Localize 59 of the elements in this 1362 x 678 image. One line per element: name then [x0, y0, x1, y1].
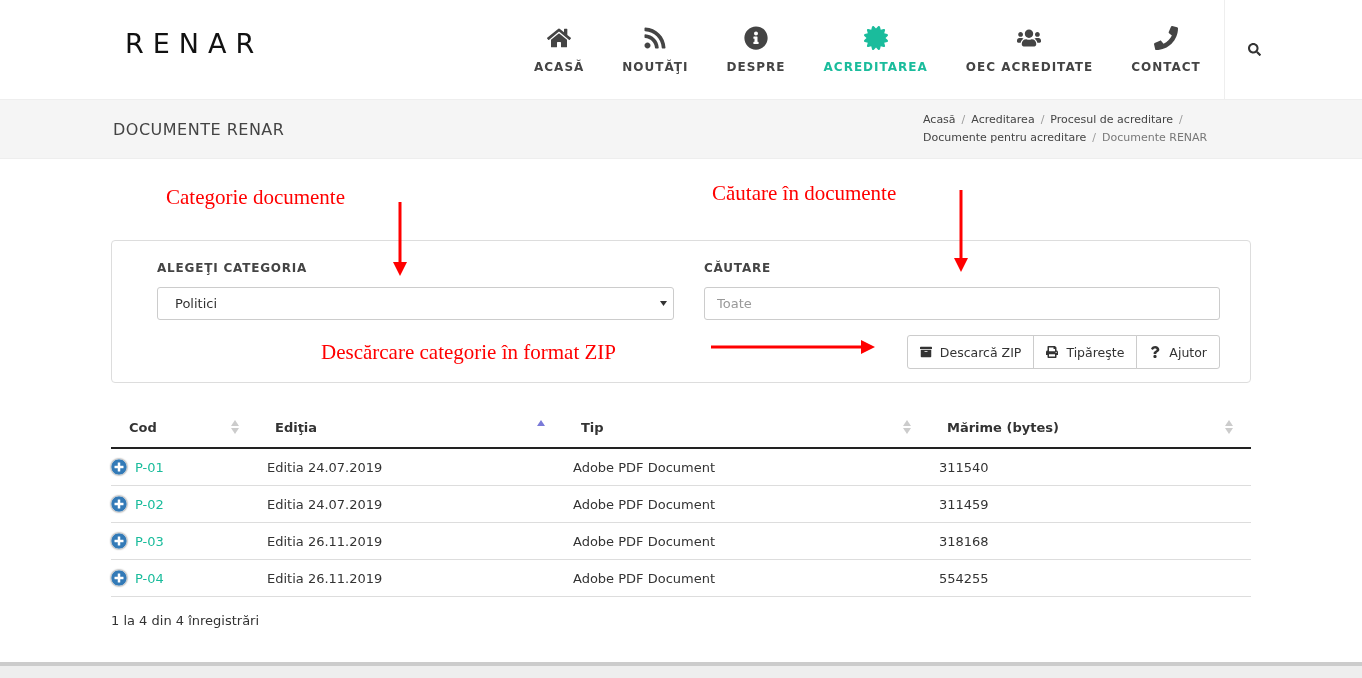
caret-icon: [660, 301, 667, 306]
breadcrumb-link[interactable]: Procesul de acreditare: [1050, 111, 1174, 129]
table-cell: Adobe PDF Document: [573, 496, 716, 512]
column-header[interactable]: Cod: [111, 407, 257, 448]
table-cell: Editia 24.07.2019: [267, 496, 383, 512]
rss-icon: [643, 25, 668, 50]
table-cell: 311459: [939, 496, 989, 512]
toolbar-button[interactable]: Descarcă ZIP: [906, 335, 1035, 369]
nav-item[interactable]: DESPRE: [707, 0, 805, 99]
breadcrumb-link[interactable]: Documente pentru acreditare: [923, 129, 1087, 147]
arrow-icon: [954, 190, 968, 272]
box-icon: [919, 346, 932, 358]
breadcrumb-link[interactable]: Acreditarea: [971, 111, 1035, 129]
nav-item[interactable]: ACASĂ: [515, 0, 604, 99]
phone-icon: [1153, 25, 1178, 50]
expand-icon[interactable]: [111, 570, 127, 586]
table-cell: Adobe PDF Document: [573, 459, 716, 475]
breadcrumb-link[interactable]: Documente RENAR: [1102, 129, 1208, 147]
expand-icon[interactable]: [111, 459, 127, 475]
page-title: DOCUMENTE RENAR: [113, 119, 285, 139]
annotation-text: Descărcare categorie în format ZIP: [321, 340, 616, 365]
table-cell: Adobe PDF Document: [573, 570, 716, 586]
annotation-text: Categorie documente: [166, 185, 345, 210]
column-header[interactable]: Tip: [563, 407, 929, 448]
badge-icon: [863, 25, 888, 50]
table-cell: Editia 24.07.2019: [267, 459, 383, 475]
breadcrumb-link[interactable]: Acasă: [923, 111, 956, 129]
field-label: CĂUTARE: [704, 261, 773, 275]
table-cell: 311540: [939, 459, 989, 475]
logo[interactable]: RENAR: [125, 28, 515, 59]
table-cell: 318168: [939, 533, 989, 549]
category-select[interactable]: Politici: [157, 287, 674, 320]
nav-item[interactable]: OEC ACREDITATE: [946, 0, 1113, 99]
toolbar-button[interactable]: Tipăreşte: [1033, 335, 1138, 369]
nav-item[interactable]: CONTACT: [1112, 0, 1220, 99]
expand-icon[interactable]: [111, 533, 127, 549]
search-icon[interactable]: [1248, 43, 1262, 56]
info-icon: [744, 25, 768, 50]
search-field[interactable]: Toate: [704, 287, 1220, 320]
column-header[interactable]: Ediţia: [257, 407, 563, 448]
breadcrumb-separator: /: [961, 113, 966, 126]
table-cell: 554255: [939, 570, 989, 586]
column-header[interactable]: Mărime (bytes): [929, 407, 1251, 448]
field-label: ALEGEŢI CATEGORIA: [157, 261, 309, 275]
toolbar-button[interactable]: Ajutor: [1136, 335, 1220, 369]
question-icon: [1149, 346, 1162, 358]
breadcrumb-separator: /: [1092, 131, 1096, 144]
nav-item[interactable]: NOUTĂŢI: [603, 0, 708, 99]
table-cell: Adobe PDF Document: [573, 533, 716, 549]
arrow-icon: [393, 202, 407, 276]
table-info: 1 la 4 din 4 înregistrări: [111, 613, 261, 628]
annotation-text: Căutare în documente: [712, 181, 897, 206]
breadcrumb-separator: /: [1179, 113, 1183, 126]
breadcrumb-separator: /: [1040, 113, 1045, 126]
arrow-icon: [711, 340, 875, 354]
table-cell: Editia 26.11.2019: [267, 570, 383, 586]
table-cell: Editia 26.11.2019: [267, 533, 383, 549]
expand-icon[interactable]: [111, 496, 127, 512]
printer-icon: [1046, 346, 1059, 358]
